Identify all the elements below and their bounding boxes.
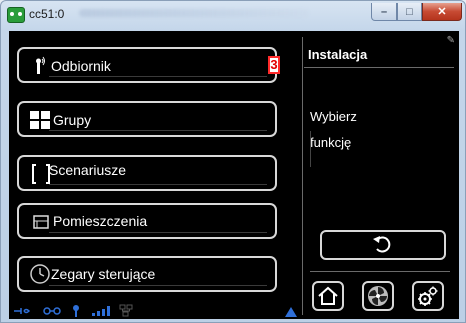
- bracket-icon: [32, 164, 50, 184]
- close-button[interactable]: ✕: [422, 3, 462, 21]
- grid-icon: [30, 111, 50, 129]
- button-underline: [49, 184, 267, 185]
- menu-panel: Odbiornik 3 Grupy Scenariusze Pomieszcze…: [9, 31, 301, 319]
- edit-pencil-icon: ✎: [446, 35, 455, 46]
- clock-icon: [30, 264, 50, 284]
- back-arrow-icon: [373, 236, 391, 253]
- title-bar[interactable]: cc51:0 – □ ✕: [1, 1, 465, 27]
- home-button[interactable]: [312, 281, 344, 311]
- panel-title: Instalacja: [308, 47, 368, 62]
- menu-button-zegary-sterujace[interactable]: Zegary sterujące: [17, 256, 277, 292]
- settings-button[interactable]: [412, 281, 444, 311]
- app-window: cc51:0 – □ ✕ Odbiornik 3 Grupy Scenarius…: [0, 0, 466, 323]
- menu-label-zegary-sterujace: Zegary sterujące: [51, 266, 156, 282]
- button-underline: [49, 232, 267, 233]
- menu-label-grupy: Grupy: [53, 112, 92, 128]
- antenna-icon: [73, 305, 79, 317]
- remote-icon: [36, 56, 45, 74]
- up-arrow-icon[interactable]: [285, 307, 297, 317]
- title-underline: [304, 67, 454, 68]
- menu-button-grupy[interactable]: Grupy: [17, 101, 277, 137]
- button-underline: [49, 285, 267, 286]
- instruction-line-2: funkcję: [310, 135, 352, 150]
- panel-divider: [302, 37, 303, 315]
- fan-icon: [368, 286, 388, 306]
- connection-icon: [14, 308, 31, 314]
- menu-button-scenariusze[interactable]: Scenariusze: [17, 155, 277, 191]
- link-icon: [43, 307, 61, 315]
- minimize-button[interactable]: –: [371, 3, 397, 21]
- menu-button-odbiornik[interactable]: Odbiornik 3: [17, 47, 280, 83]
- app-screen: Odbiornik 3 Grupy Scenariusze Pomieszcze…: [9, 31, 459, 319]
- app-icon: [7, 7, 25, 23]
- info-panel: ✎ Instalacja Wybierz funkcję: [304, 31, 459, 319]
- instruction-line-1: Wybierz: [310, 109, 357, 124]
- menu-label-scenariusze: Scenariusze: [49, 162, 127, 178]
- back-button[interactable]: [320, 230, 446, 260]
- menu-label-pomieszczenia: Pomieszczenia: [53, 213, 148, 229]
- network-icon: [119, 304, 133, 317]
- maximize-button[interactable]: □: [397, 3, 422, 21]
- window-title: cc51:0: [29, 7, 65, 21]
- home-icon: [318, 286, 338, 305]
- text-marker-line: [310, 131, 311, 167]
- menu-label-odbiornik: Odbiornik: [51, 58, 111, 74]
- receiver-count-badge: 3: [268, 56, 280, 74]
- settings-gear-icon: [418, 286, 438, 306]
- title-blur: [79, 9, 309, 17]
- button-underline: [49, 130, 267, 131]
- button-underline: [49, 76, 267, 77]
- fan-button[interactable]: [362, 281, 394, 311]
- status-bar: [9, 303, 301, 319]
- room-icon: [33, 215, 49, 229]
- bottom-separator: [310, 271, 450, 272]
- menu-button-pomieszczenia[interactable]: Pomieszczenia: [17, 203, 277, 239]
- signal-bars-icon: [92, 306, 110, 316]
